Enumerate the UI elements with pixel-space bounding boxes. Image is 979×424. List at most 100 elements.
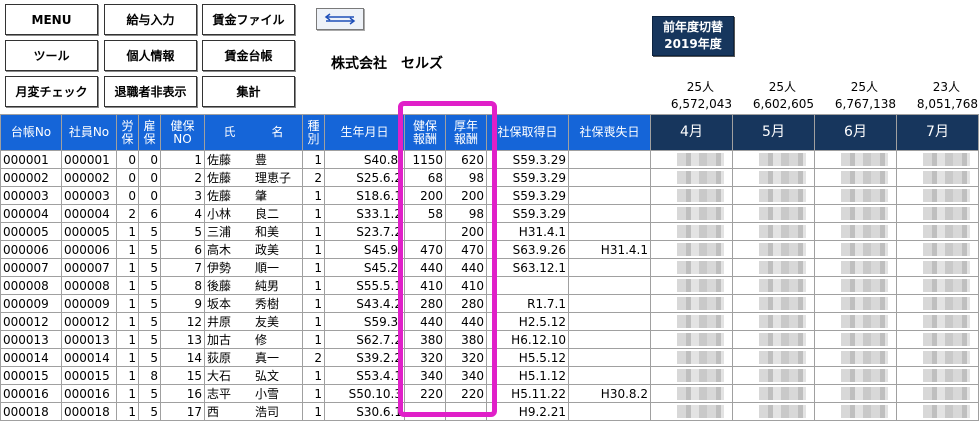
cell-emp-no[interactable]: 000006 — [61, 240, 117, 259]
cell-month-blurred[interactable] — [896, 366, 979, 385]
cell-month-blurred[interactable] — [650, 204, 733, 223]
cell-type[interactable]: 1 — [302, 402, 325, 421]
cell-month-blurred[interactable] — [814, 366, 897, 385]
cell-name[interactable]: 西 浩司 — [204, 402, 303, 421]
cell-health-rem[interactable]: 58 — [404, 204, 446, 223]
cell-month-blurred[interactable] — [814, 312, 897, 331]
cell-month-blurred[interactable] — [650, 168, 733, 187]
cell-health-rem[interactable] — [404, 402, 446, 421]
cell-month-blurred[interactable] — [650, 276, 733, 295]
cell-month-blurred[interactable] — [896, 348, 979, 367]
cell-birthdate[interactable]: S53.4.1 — [324, 366, 405, 385]
cell-health-no[interactable]: 12 — [160, 312, 205, 331]
wage-ledger-button[interactable]: 賃金台帳 — [202, 40, 295, 71]
cell-acq-date[interactable]: S59.3.29 — [486, 168, 569, 187]
cell-month-blurred[interactable] — [650, 222, 733, 241]
salary-input-button[interactable]: 給与入力 — [104, 4, 197, 35]
cell-loss-date[interactable] — [568, 168, 651, 187]
cell-health-rem[interactable]: 200 — [404, 186, 446, 205]
table-row[interactable]: 000006 000006 1 5 6 高木 政美 1 S45.9. 470 470 S63.9.2… — [0, 240, 979, 259]
cell-name[interactable]: 三浦 和美 — [204, 222, 303, 241]
cell-emp-no[interactable]: 000009 — [61, 294, 117, 313]
cell-month-blurred[interactable] — [732, 258, 815, 277]
cell-labor[interactable]: 1 — [116, 240, 139, 259]
cell-loss-date[interactable] — [568, 258, 651, 277]
cell-loss-date[interactable] — [568, 276, 651, 295]
cell-type[interactable]: 1 — [302, 204, 325, 223]
cell-labor[interactable]: 0 — [116, 150, 139, 169]
cell-month-blurred[interactable] — [732, 204, 815, 223]
cell-labor[interactable]: 1 — [116, 402, 139, 421]
cell-birthdate[interactable]: S45.2. — [324, 258, 405, 277]
personal-info-button[interactable]: 個人情報 — [104, 40, 197, 71]
table-row[interactable]: 000004 000004 2 6 4 小林 良二 1 S33.1.2 58 98 S59.3.29 — [0, 204, 979, 223]
cell-pension-rem[interactable]: 340 — [445, 366, 487, 385]
cell-loss-date[interactable] — [568, 294, 651, 313]
cell-labor[interactable]: 1 — [116, 222, 139, 241]
cell-labor[interactable]: 1 — [116, 384, 139, 403]
cell-loss-date[interactable]: H30.8.2 — [568, 384, 651, 403]
cell-loss-date[interactable] — [568, 348, 651, 367]
cell-labor[interactable]: 2 — [116, 204, 139, 223]
cell-labor[interactable]: 1 — [116, 294, 139, 313]
table-row[interactable]: 000003 000003 0 0 3 佐藤 肇 1 S18.6.1 200 200 S59.3.2… — [0, 186, 979, 205]
table-row[interactable]: 000014 000014 1 5 14 荻原 真一 2 S39.2.2 320 320 H5.5.… — [0, 348, 979, 367]
cell-month-blurred[interactable] — [650, 258, 733, 277]
table-row[interactable]: 000018 000018 1 5 17 西 浩司 1 S30.6.1 H9.2.21 — [0, 402, 979, 421]
cell-acq-date[interactable]: H31.4.1 — [486, 222, 569, 241]
cell-month-blurred[interactable] — [732, 222, 815, 241]
cell-health-rem[interactable]: 320 — [404, 348, 446, 367]
cell-emp-no[interactable]: 000007 — [61, 258, 117, 277]
cell-employment[interactable]: 5 — [138, 348, 161, 367]
cell-month-blurred[interactable] — [896, 168, 979, 187]
cell-acq-date[interactable]: R1.7.1 — [486, 294, 569, 313]
cell-name[interactable]: 後藤 純男 — [204, 276, 303, 295]
table-row[interactable]: 000001 000001 0 0 1 佐藤 豊 1 S40.8. 1150 620 S59.3.2… — [0, 150, 979, 169]
cell-month-blurred[interactable] — [896, 204, 979, 223]
cell-month-blurred[interactable] — [814, 276, 897, 295]
cell-loss-date[interactable] — [568, 204, 651, 223]
cell-acq-date[interactable]: H5.1.12 — [486, 366, 569, 385]
table-row[interactable]: 000009 000009 1 5 9 坂本 秀樹 1 S43.4.2 280 280 R1.7.1 — [0, 294, 979, 313]
cell-health-no[interactable]: 2 — [160, 168, 205, 187]
menu-button[interactable]: MENU — [5, 4, 98, 35]
cell-acq-date[interactable]: H9.2.21 — [486, 402, 569, 421]
cell-month-blurred[interactable] — [732, 384, 815, 403]
cell-month-blurred[interactable] — [732, 312, 815, 331]
cell-labor[interactable]: 1 — [116, 348, 139, 367]
cell-health-no[interactable]: 9 — [160, 294, 205, 313]
cell-month-blurred[interactable] — [732, 348, 815, 367]
cell-loss-date[interactable] — [568, 222, 651, 241]
cell-emp-no[interactable]: 000002 — [61, 168, 117, 187]
cell-labor[interactable]: 1 — [116, 366, 139, 385]
cell-type[interactable]: 1 — [302, 240, 325, 259]
wage-file-button[interactable]: 賃金ファイル — [202, 4, 295, 35]
cell-labor[interactable]: 0 — [116, 186, 139, 205]
cell-health-rem[interactable]: 470 — [404, 240, 446, 259]
cell-type[interactable]: 2 — [302, 168, 325, 187]
cell-acq-date[interactable]: H5.5.12 — [486, 348, 569, 367]
cell-name[interactable]: 井原 友美 — [204, 312, 303, 331]
cell-pension-rem[interactable]: 470 — [445, 240, 487, 259]
cell-pension-rem[interactable]: 410 — [445, 276, 487, 295]
cell-health-no[interactable]: 4 — [160, 204, 205, 223]
cell-month-blurred[interactable] — [650, 240, 733, 259]
cell-month-blurred[interactable] — [732, 186, 815, 205]
cell-labor[interactable]: 1 — [116, 276, 139, 295]
cell-birthdate[interactable]: S45.9. — [324, 240, 405, 259]
cell-month-blurred[interactable] — [814, 186, 897, 205]
cell-pension-rem[interactable]: 280 — [445, 294, 487, 313]
cell-health-no[interactable]: 13 — [160, 330, 205, 349]
cell-health-rem[interactable]: 1150 — [404, 150, 446, 169]
cell-health-rem[interactable]: 410 — [404, 276, 446, 295]
cell-acq-date[interactable]: H5.11.22 — [486, 384, 569, 403]
cell-name[interactable]: 高木 政美 — [204, 240, 303, 259]
table-row[interactable]: 000015 000015 1 8 15 大石 弘文 1 S53.4.1 340 340 H5.1.… — [0, 366, 979, 385]
cell-employment[interactable]: 5 — [138, 312, 161, 331]
cell-ledger-no[interactable]: 000014 — [0, 348, 62, 367]
cell-type[interactable]: 1 — [302, 222, 325, 241]
cell-health-no[interactable]: 1 — [160, 150, 205, 169]
cell-acq-date[interactable]: H6.12.10 — [486, 330, 569, 349]
cell-month-blurred[interactable] — [896, 312, 979, 331]
cell-loss-date[interactable] — [568, 186, 651, 205]
